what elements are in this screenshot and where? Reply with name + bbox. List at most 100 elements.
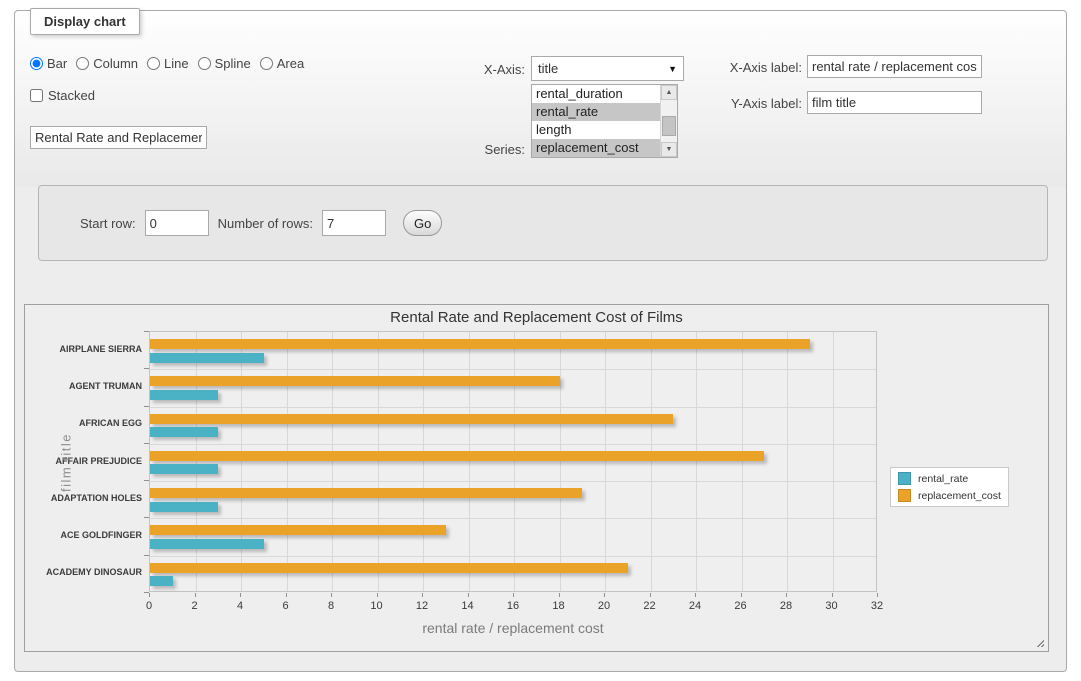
chart-type-option-column: Column — [76, 56, 138, 71]
y-tick — [144, 368, 149, 369]
x-tick-label: 8 — [328, 600, 334, 612]
num-rows-input[interactable] — [322, 210, 386, 236]
x-tick-label: 20 — [598, 600, 610, 612]
x-tick — [195, 593, 196, 597]
category-band — [150, 332, 876, 369]
start-row-input[interactable] — [145, 210, 209, 236]
replacement_cost-bar — [150, 525, 446, 535]
x-tick-label: 0 — [146, 600, 152, 612]
rental_rate-bar — [150, 576, 173, 586]
chart-type-option-spline: Spline — [198, 56, 251, 71]
chart-title-input[interactable] — [30, 126, 207, 149]
x-tick-label: 30 — [825, 600, 837, 612]
chart-type-radio-line[interactable] — [147, 57, 160, 70]
x-axis-selected-value: title — [538, 61, 668, 76]
chart-type-radio-spline[interactable] — [198, 57, 211, 70]
stacked-checkbox-row: Stacked — [30, 88, 95, 103]
x-tick — [377, 593, 378, 597]
chart-type-option-area: Area — [260, 56, 304, 71]
series-option-rental_rate[interactable]: rental_rate — [532, 103, 677, 121]
rental_rate-bar — [150, 464, 218, 474]
category-band — [150, 556, 876, 593]
rental_rate-bar — [150, 390, 218, 400]
y-tick — [144, 517, 149, 518]
series-option-replacement_cost[interactable]: replacement_cost — [532, 139, 677, 157]
scroll-down-icon[interactable]: ▼ — [661, 142, 677, 157]
x-tick-label: 18 — [552, 600, 564, 612]
go-button[interactable]: Go — [403, 210, 442, 236]
legend-label: rental_rate — [918, 473, 968, 485]
chart-panel: Rental Rate and Replacement Cost of Film… — [24, 304, 1049, 652]
x-tick — [422, 593, 423, 597]
x-tick-label: 12 — [416, 600, 428, 612]
fieldset-legend: Display chart — [30, 8, 140, 35]
chart-type-radio-label: Column — [93, 56, 138, 71]
x-tick-label: 2 — [191, 600, 197, 612]
y-category-label: AFRICAN EGG — [27, 418, 142, 428]
replacement_cost-bar — [150, 451, 764, 461]
stacked-label: Stacked — [48, 88, 95, 103]
x-tick-label: 28 — [780, 600, 792, 612]
replacement_cost-bar — [150, 563, 628, 573]
x-tick — [513, 593, 514, 597]
y-category-label: AGENT TRUMAN — [27, 381, 142, 391]
x-tick — [559, 593, 560, 597]
chart-type-radio-label: Bar — [47, 56, 67, 71]
y-tick — [144, 443, 149, 444]
chart-type-radio-area[interactable] — [260, 57, 273, 70]
series-option-rental_duration[interactable]: rental_duration — [532, 85, 677, 103]
start-row-label: Start row: — [80, 216, 136, 231]
plot-area — [149, 331, 877, 592]
scroll-up-icon[interactable]: ▲ — [661, 85, 677, 100]
listbox-scrollbar[interactable]: ▲ ▼ — [660, 85, 677, 157]
chart-type-radio-label: Area — [277, 56, 304, 71]
replacement_cost-bar — [150, 339, 810, 349]
x-axis-select[interactable]: title ▼ — [531, 56, 684, 81]
x-tick — [149, 593, 150, 597]
y-axis-label-caption: Y-Axis label: — [724, 96, 802, 111]
x-tick — [877, 593, 878, 597]
category-band — [150, 481, 876, 518]
x-tick-label: 26 — [734, 600, 746, 612]
y-axis-label-input[interactable] — [807, 91, 982, 114]
chart-type-option-line: Line — [147, 56, 189, 71]
x-tick-label: 32 — [871, 600, 883, 612]
replacement_cost-bar — [150, 488, 582, 498]
chevron-down-icon: ▼ — [668, 64, 677, 74]
x-tick — [240, 593, 241, 597]
rental_rate-bar — [150, 427, 218, 437]
scrollbar-thumb[interactable] — [662, 116, 676, 136]
legend-swatch — [898, 472, 911, 485]
x-axis-label-caption: X-Axis label: — [724, 60, 802, 75]
x-tick — [695, 593, 696, 597]
y-category-label: AIRPLANE SIERRA — [27, 344, 142, 354]
y-tick — [144, 406, 149, 407]
x-tick — [741, 593, 742, 597]
y-category-label: ACE GOLDFINGER — [27, 530, 142, 540]
stacked-checkbox[interactable] — [30, 89, 43, 102]
category-band — [150, 518, 876, 555]
chart-type-radio-label: Line — [164, 56, 189, 71]
num-rows-label: Number of rows: — [218, 216, 313, 231]
chart-type-radio-group: Bar Column Line Spline Area — [30, 56, 304, 71]
series-option-length[interactable]: length — [532, 121, 677, 139]
chart-type-option-bar: Bar — [30, 56, 67, 71]
x-tick — [286, 593, 287, 597]
chart-type-radio-column[interactable] — [76, 57, 89, 70]
chart-type-radio-bar[interactable] — [30, 57, 43, 70]
x-tick-label: 22 — [643, 600, 655, 612]
series-listbox[interactable]: ▲ ▼ rental_durationrental_ratelengthrepl… — [531, 84, 678, 158]
chart-title: Rental Rate and Replacement Cost of Film… — [25, 309, 1048, 326]
x-tick — [650, 593, 651, 597]
x-axis-label-input[interactable] — [807, 55, 982, 78]
legend-entry-replacement_cost: replacement_cost — [898, 489, 1001, 502]
y-category-label: ADAPTATION HOLES — [27, 493, 142, 503]
y-axis-title: film title — [59, 398, 74, 528]
x-tick — [832, 593, 833, 597]
replacement_cost-bar — [150, 376, 560, 386]
category-band — [150, 407, 876, 444]
chart-type-radio-label: Spline — [215, 56, 251, 71]
category-band — [150, 444, 876, 481]
resize-grip-icon[interactable] — [1034, 637, 1044, 647]
y-tick — [144, 331, 149, 332]
